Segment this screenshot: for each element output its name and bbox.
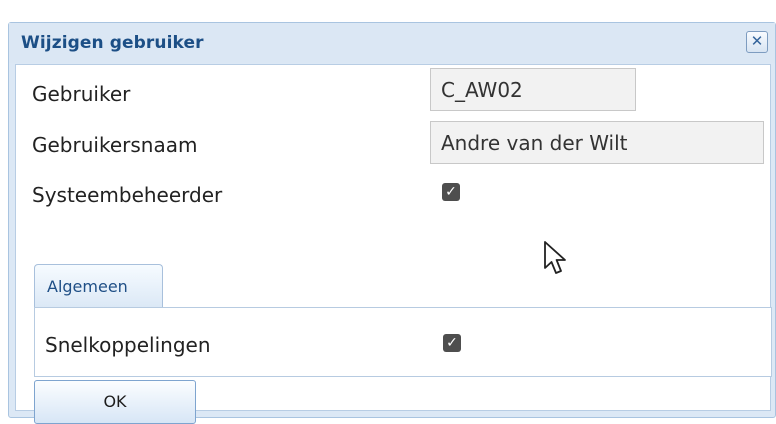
dialog-titlebar: Wijzigen gebruiker ✕ — [9, 23, 775, 63]
user-input[interactable] — [430, 68, 636, 111]
ok-button[interactable]: OK — [34, 380, 196, 424]
sysadmin-label: Systeembeheerder — [32, 183, 223, 207]
edit-user-dialog: Wijzigen gebruiker ✕ Gebruiker Gebruiker… — [8, 22, 776, 424]
sysadmin-checkbox[interactable]: ✓ — [442, 183, 460, 201]
tab-panel-algemeen: Snelkoppelingen ✓ — [34, 307, 772, 377]
mouse-pointer-icon — [544, 241, 566, 274]
dialog-title: Wijzigen gebruiker — [21, 33, 204, 53]
shortcuts-label: Snelkoppelingen — [45, 333, 211, 357]
dialog-body: Gebruiker Gebruikersnaam Systeembeheerde… — [15, 64, 772, 424]
username-label: Gebruikersnaam — [32, 133, 198, 157]
username-input[interactable] — [430, 121, 764, 164]
close-icon[interactable]: ✕ — [746, 31, 768, 53]
shortcuts-checkbox[interactable]: ✓ — [443, 334, 461, 352]
tab-algemeen[interactable]: Algemeen — [34, 264, 163, 308]
user-label: Gebruiker — [32, 82, 131, 106]
